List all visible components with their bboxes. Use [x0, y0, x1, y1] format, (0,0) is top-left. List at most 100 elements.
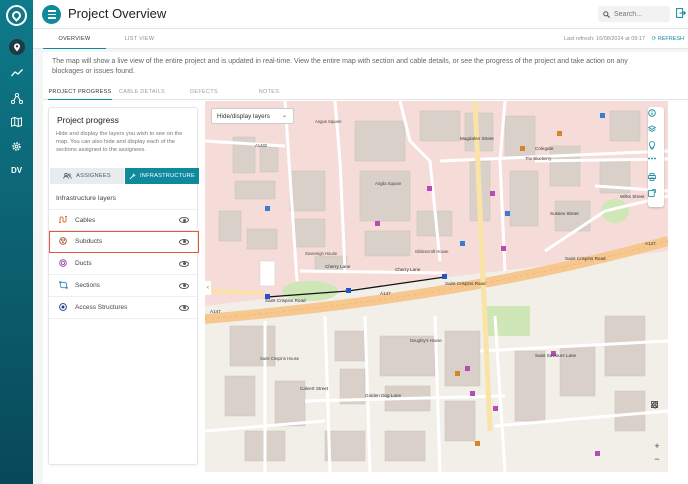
layer-name: Access Structures	[75, 304, 128, 311]
refresh-label: REFRESH	[657, 36, 684, 42]
tab-project-progress[interactable]: PROJECT PROGRESS	[48, 84, 112, 100]
gear-icon	[12, 141, 21, 151]
road-label: A147	[210, 309, 221, 314]
sidebar-item-settings[interactable]	[0, 137, 33, 155]
refresh-button[interactable]: ⟳ REFRESH	[652, 36, 684, 42]
page-title: Project Overview	[68, 6, 167, 21]
layers-icon[interactable]	[648, 125, 664, 141]
map-label: The Blueberry	[525, 156, 552, 161]
access-structure-icon	[57, 302, 69, 313]
cable-icon	[57, 215, 69, 225]
export-icon[interactable]	[648, 189, 664, 205]
map-label: Saint Crispins House	[260, 356, 300, 361]
tab-notes[interactable]: NOTES	[237, 84, 301, 100]
tab-overview[interactable]: OVERVIEW	[43, 29, 106, 49]
sidebar-item-analytics[interactable]	[0, 64, 33, 82]
user-avatar[interactable]: DV	[0, 161, 33, 179]
map-label: Sovereign House	[305, 251, 338, 256]
layer-row-cables[interactable]: Cables	[49, 209, 199, 231]
locate-icon[interactable]	[651, 401, 663, 439]
tab-list-view[interactable]: LIST VIEW	[108, 29, 171, 49]
search-input[interactable]	[614, 10, 666, 18]
map-toolbar	[648, 107, 664, 207]
print-icon[interactable]	[648, 173, 664, 189]
lightbulb-icon[interactable]	[648, 141, 664, 157]
assignees-toggle-button[interactable]: ASSIGNEES	[50, 168, 124, 184]
sidebar-item-network[interactable]	[0, 89, 33, 107]
eye-icon[interactable]	[179, 260, 189, 267]
layer-name: Subducts	[75, 238, 103, 245]
map-canvas	[205, 101, 668, 472]
eye-icon[interactable]	[179, 238, 189, 245]
layer-row-sections[interactable]: Sections	[49, 275, 199, 297]
view-toggle: ASSIGNEES INFRASTRUCTURE	[50, 168, 200, 184]
search-box[interactable]	[598, 6, 670, 22]
road-label: A147	[645, 241, 656, 246]
top-bar: Project Overview	[33, 0, 688, 29]
project-map[interactable]: A1482 Angus Square Anglia Square Soverei…	[205, 101, 668, 472]
project-progress-panel: Project progress Hide and display the la…	[48, 107, 200, 465]
road-label: Sussex Street	[550, 211, 579, 216]
road-label: Saint Saviours Lane	[535, 353, 577, 358]
layer-name: Sections	[75, 282, 100, 289]
sidebar-item-locations[interactable]	[0, 38, 33, 56]
logout-icon	[676, 8, 687, 18]
road-label: Wilks Street	[620, 194, 645, 199]
chevron-down-icon: ⌄	[281, 113, 287, 119]
map-label: Anglia Square	[375, 181, 402, 186]
project-description: The map will show a live view of the ent…	[52, 58, 628, 75]
users-icon	[63, 173, 72, 179]
road-label: Saint Crispins Road	[265, 298, 306, 303]
infrastructure-toggle-button[interactable]: INFRASTRUCTURE	[125, 168, 199, 184]
section-icon	[57, 280, 69, 291]
zoom-controls: + −	[651, 401, 663, 465]
road-label: Saint Crispins Road	[565, 256, 606, 261]
search-icon	[603, 10, 610, 18]
zoom-out-button[interactable]: −	[651, 453, 663, 465]
eye-icon[interactable]	[179, 217, 189, 223]
layer-row-access-structures[interactable]: Access Structures	[49, 297, 199, 319]
layers-heading: Infrastructure layers	[56, 195, 117, 202]
map-label: Gildencroft House	[415, 249, 449, 254]
road-label: Cherry Lane	[325, 264, 351, 269]
zoom-in-button[interactable]: +	[651, 440, 663, 452]
panel-title: Project progress	[57, 115, 119, 125]
road-label: Saint Crispins Road	[445, 281, 486, 286]
road-label: Golden Dog Lane	[365, 393, 402, 398]
panel-description: Hide and display the layers you wish to …	[56, 131, 183, 154]
app-logo[interactable]	[6, 5, 27, 26]
subduct-icon	[57, 236, 69, 247]
tab-defects[interactable]: DEFECTS	[172, 84, 236, 100]
location-icon	[8, 39, 25, 55]
map-label: Angus Square	[315, 119, 342, 124]
fullscreen-icon[interactable]	[651, 401, 663, 426]
layer-row-ducts[interactable]: Ducts	[49, 253, 199, 275]
layer-name: Ducts	[75, 260, 92, 267]
wrench-icon	[129, 173, 136, 179]
layer-row-subducts[interactable]: Subducts	[49, 231, 199, 253]
duct-icon	[57, 258, 69, 269]
tab-cable-details[interactable]: CABLE DETAILS	[110, 84, 174, 100]
road-label: A147	[380, 291, 391, 296]
collapse-panel-button[interactable]: ‹	[205, 281, 211, 295]
progress-tabs: PROJECT PROGRESS CABLE DETAILS DEFECTS N…	[43, 84, 688, 100]
road-label: Magdalen Street	[460, 136, 494, 141]
infrastructure-label: INFRASTRUCTURE	[140, 173, 195, 179]
sidebar: DV	[0, 0, 33, 484]
layer-select-label: Hide/display layers	[217, 112, 270, 120]
logout-button[interactable]	[676, 8, 687, 18]
road-label: Calvert Street	[300, 386, 329, 391]
layer-name: Cables	[75, 216, 96, 224]
road-label: Colegate	[535, 146, 554, 151]
road-label: Cherry Lane	[395, 267, 421, 272]
more-icon[interactable]	[648, 157, 664, 173]
eye-icon[interactable]	[179, 282, 189, 289]
last-refresh-text: Last refresh: 16/08/2024 at 09:17	[563, 36, 645, 42]
chevron-left-icon: ‹	[207, 285, 209, 291]
assignees-label: ASSIGNEES	[76, 173, 111, 179]
sidebar-item-map[interactable]	[0, 113, 33, 131]
menu-button[interactable]	[42, 5, 61, 24]
layer-display-select[interactable]: Hide/display layers ⌄	[211, 108, 294, 124]
eye-icon[interactable]	[179, 304, 189, 311]
info-icon[interactable]	[648, 109, 664, 125]
